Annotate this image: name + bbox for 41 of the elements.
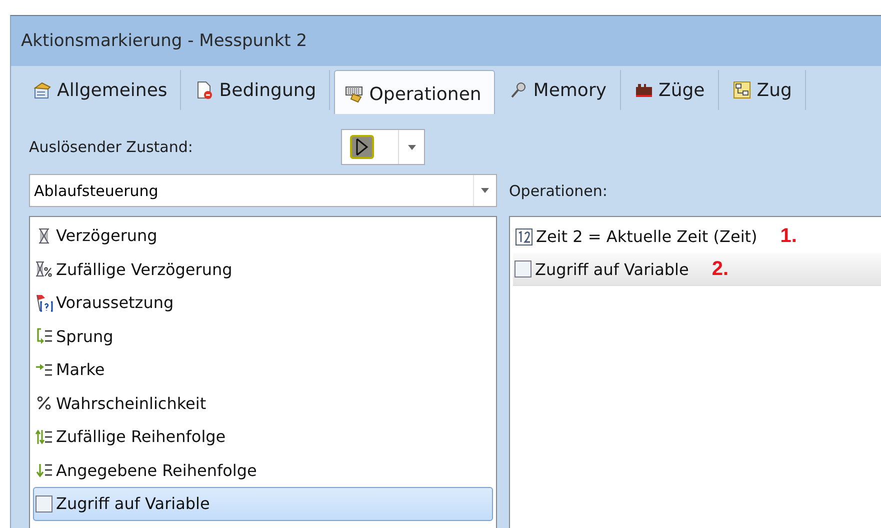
list-item[interactable]: Marke xyxy=(33,353,493,386)
tab[interactable]: Operationen xyxy=(334,70,496,114)
window-title: Aktionsmarkierung - Messpunkt 2 xyxy=(21,31,308,51)
list-item[interactable]: Zugriff auf Variable 2. xyxy=(513,253,881,286)
trigger-state-dropdown[interactable] xyxy=(341,129,425,165)
down-arrow-list-icon xyxy=(35,461,53,480)
hourglass-percent-icon xyxy=(35,260,53,278)
tab[interactable]: Bedingung xyxy=(185,70,330,110)
jump-icon xyxy=(35,327,53,346)
annotation-number: 1. xyxy=(780,225,797,248)
tab[interactable]: Züge xyxy=(624,70,719,110)
tab[interactable]: Memory xyxy=(499,70,621,110)
document-icon xyxy=(195,81,214,99)
percent-icon xyxy=(35,394,53,412)
list-item[interactable]: Zufällige Reihenfolge xyxy=(33,420,493,454)
tab[interactable]: Zug xyxy=(722,70,806,110)
operations-label: Operationen: xyxy=(509,180,608,202)
list-item[interactable]: Zugriff auf Variable xyxy=(33,487,493,520)
document-icon xyxy=(33,81,51,99)
annotation-number: 2. xyxy=(712,258,729,280)
flag-question-icon xyxy=(35,294,53,312)
category-dropdown[interactable]: Ablaufsteuerung xyxy=(29,174,497,207)
diagram-icon xyxy=(732,81,751,99)
keyboard-icon xyxy=(345,85,364,103)
tab[interactable]: Allgemeines xyxy=(23,70,182,110)
list-item[interactable]: Zeit 2 = Aktuelle Zeit (Zeit) 1. xyxy=(513,220,881,253)
list-item[interactable]: Voraussetzung xyxy=(33,286,493,320)
caret-icon xyxy=(481,188,489,193)
list-item[interactable]: Wahrscheinlichkeit xyxy=(33,386,493,420)
list-item[interactable]: Angegebene Reihenfolge xyxy=(33,454,493,487)
list-item[interactable]: Sprung xyxy=(33,320,493,353)
blank-icon xyxy=(514,260,532,278)
blank-icon xyxy=(35,494,53,513)
number-icon xyxy=(515,228,533,246)
shuffle-list-icon xyxy=(35,428,53,446)
train-icon xyxy=(634,81,653,99)
play-state-icon xyxy=(350,135,374,159)
trigger-state-label: Auslösender Zustand: xyxy=(29,138,194,156)
list-item[interactable]: Verzögerung xyxy=(33,219,493,252)
caret-icon xyxy=(408,144,416,150)
list-item[interactable]: Zufällige Verzögerung xyxy=(33,252,493,286)
